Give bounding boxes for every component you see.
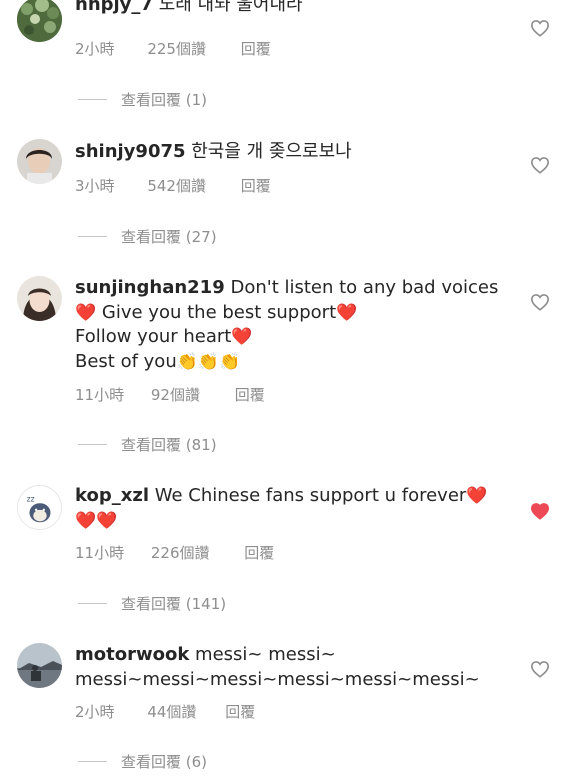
timestamp: 11小時 [75,386,125,404]
view-replies-button[interactable]: 查看回覆 (27) [78,226,217,247]
comment-text: sunjinghan219 Don't listen to any bad vo… [75,276,515,374]
comment-body: messi~messi~messi~messi~messi~messi~ [75,668,480,690]
clap-emoji: 👏 [219,351,241,372]
heart-emoji: ❤️ [75,510,97,531]
comment-body: Follow your heart [75,326,232,347]
comment-meta: 11小時 92個讚 回覆 [75,384,265,405]
avatar[interactable]: zz [17,485,62,530]
heart-emoji: ❤️ [336,302,358,323]
username[interactable]: shinjy9075 [75,141,186,162]
comment-text: hnpjy_7 노래 내놔 울어내라 [75,0,515,18]
clap-emoji: 👏 [197,351,220,372]
timestamp: 2小時 [75,40,115,58]
comment-line: ❤️ Give you the best support❤️ [75,301,515,326]
username[interactable]: sunjinghan219 [75,277,225,298]
avatar-image [17,0,62,42]
reply-button[interactable]: 回覆 [235,384,265,405]
timestamp: 3小時 [75,177,115,195]
clap-emoji: 👏 [176,351,198,372]
view-replies-label: 查看回覆 (27) [121,228,217,246]
comment-body: Best of you [75,350,177,372]
svg-text:zz: zz [27,494,35,503]
reply-button[interactable]: 回覆 [225,701,255,722]
divider-line [78,761,107,762]
avatar[interactable] [17,0,62,42]
timestamp: 11小時 [75,544,125,562]
view-replies-button[interactable]: 查看回覆 (6) [78,751,207,772]
view-replies-button[interactable]: 查看回覆 (141) [78,593,226,614]
view-replies-button[interactable]: 查看回覆 (1) [78,89,207,110]
heart-emoji: ❤️ [75,302,97,323]
like-heart-icon[interactable] [530,660,550,678]
avatar-image [17,643,62,688]
divider-line [78,444,107,445]
like-heart-icon[interactable] [530,293,550,311]
comment-meta: 3小時 542個讚 回覆 [75,175,271,196]
like-count[interactable]: 92個讚 [151,384,200,405]
comment-line: ❤️❤️ [75,509,515,534]
reply-button[interactable]: 回覆 [241,175,271,196]
heart-emoji: ❤️ [466,486,488,506]
comment-line: messi~messi~messi~messi~messi~messi~ [75,668,515,693]
like-count[interactable]: 44個讚 [147,701,196,722]
comment-meta: 2小時 225個讚 回覆 [75,38,271,59]
comment-body: messi~ messi~ [195,644,336,665]
comment-line: Follow your heart❤️ [75,325,515,350]
like-count[interactable]: 542個讚 [147,175,206,196]
view-replies-label: 查看回覆 (1) [121,91,208,109]
like-count[interactable]: 226個讚 [151,542,210,563]
comment-meta: 2小時 44個讚 回覆 [75,701,255,722]
view-replies-label: 查看回覆 (81) [121,436,217,454]
reply-button[interactable]: 回覆 [241,38,271,59]
comment-line: motorwook messi~ messi~ [75,643,515,668]
comment-body: Don't listen to any bad voices [230,277,499,298]
comment-line: kop_xzl We Chinese fans support u foreve… [75,484,515,509]
comment-body: 노래 내놔 울어내라 [158,0,303,15]
username[interactable]: kop_xzl [75,485,149,506]
avatar-image: zz [18,486,61,529]
like-count[interactable]: 225個讚 [147,38,206,59]
liked-heart-icon[interactable] [530,502,550,520]
view-replies-label: 查看回覆 (6) [121,753,208,771]
divider-line [78,236,107,237]
timestamp: 2小時 [75,703,115,721]
avatar-image [17,276,62,321]
heart-emoji: ❤️ [96,510,118,531]
reply-button[interactable]: 回覆 [244,542,274,563]
divider-line [78,603,107,604]
divider-line [78,99,107,100]
avatar[interactable] [17,139,62,184]
comment-body: 한국을 개 좆으로보나 [191,141,352,162]
comment-line: sunjinghan219 Don't listen to any bad vo… [75,276,515,301]
comment-text: kop_xzl We Chinese fans support u foreve… [75,484,515,533]
view-replies-button[interactable]: 查看回覆 (81) [78,434,217,455]
comment-text: motorwook messi~ messi~ messi~messi~mess… [75,643,515,692]
comment-meta: 11小時 226個讚 回覆 [75,542,274,563]
comment-body: We Chinese fans support u forever [154,485,467,506]
username[interactable]: hnpjy_7 [75,0,153,15]
like-heart-icon[interactable] [530,19,550,37]
heart-emoji: ❤️ [231,327,253,347]
comment-line: Best of you👏👏👏 [75,350,515,375]
avatar[interactable] [17,643,62,688]
avatar[interactable] [17,276,62,321]
username[interactable]: motorwook [75,644,189,665]
view-replies-label: 查看回覆 (141) [121,595,227,613]
comment-body: Give you the best support [101,301,337,323]
like-heart-icon[interactable] [530,156,550,174]
comment-text: shinjy9075 한국을 개 좆으로보나 [75,140,515,165]
avatar-image [17,139,62,184]
